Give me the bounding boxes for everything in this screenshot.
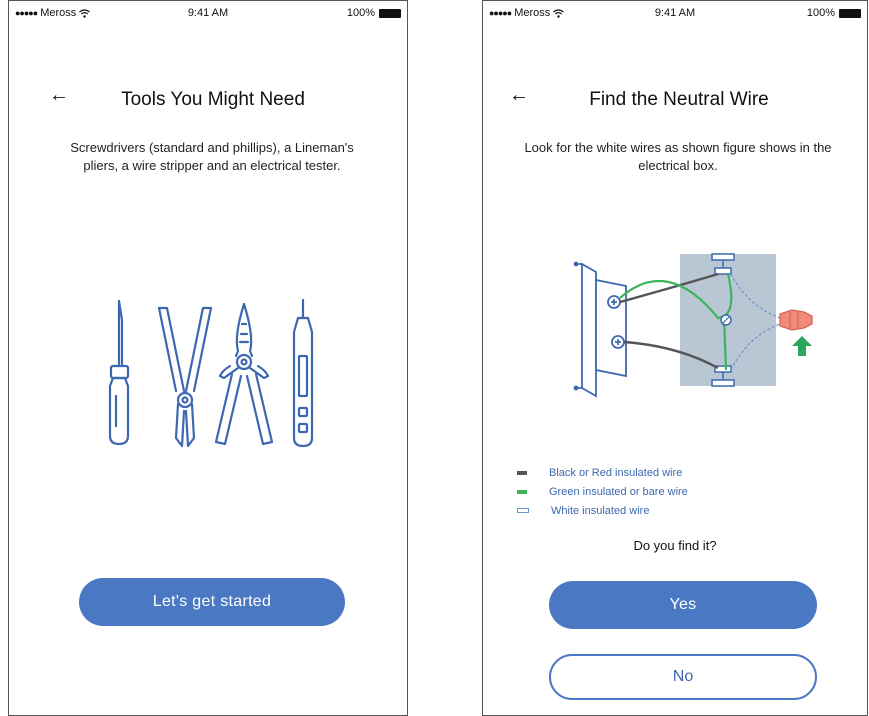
battery-icon xyxy=(839,8,861,18)
battery-icon xyxy=(379,8,401,18)
legend-item: White insulated wire xyxy=(517,501,688,520)
battery-percent: 100% xyxy=(346,7,375,19)
status-bar: ●●●●● Meross 9:41 AM 100% xyxy=(483,1,867,25)
wire-legend: Black or Red insulated wire Green insula… xyxy=(517,463,688,520)
page-title: Find the Neutral Wire xyxy=(589,89,769,110)
arrow-up-icon xyxy=(792,336,812,356)
legend-label: White insulated wire xyxy=(551,504,650,517)
white-wire-swatch-icon xyxy=(517,508,529,513)
no-button[interactable]: No xyxy=(549,654,817,700)
wire-stripper-icon xyxy=(214,302,274,446)
yes-button[interactable]: Yes xyxy=(549,581,817,629)
wire-nut xyxy=(779,309,813,331)
legend-label: Green insulated or bare wire xyxy=(549,485,688,498)
phone-screen-tools: ●●●●● Meross 9:41 AM 100% ← Tools You Mi… xyxy=(8,0,408,716)
tools-illustration xyxy=(108,298,314,448)
electrical-box-illustration xyxy=(573,253,813,398)
screwdriver-icon xyxy=(108,299,130,446)
page-title: Tools You Might Need xyxy=(121,89,305,110)
legend-item: Black or Red insulated wire xyxy=(517,463,688,482)
green-wire-swatch-icon xyxy=(517,489,527,494)
battery-percent: 100% xyxy=(806,7,835,19)
black-wire-swatch-icon xyxy=(517,470,527,475)
page-description: Look for the white wires as shown figure… xyxy=(524,140,832,173)
lets-get-started-button[interactable]: Let's get started xyxy=(79,578,345,626)
electrical-tester-icon xyxy=(292,298,314,448)
switch-plate xyxy=(573,261,627,398)
legend-item: Green insulated or bare wire xyxy=(517,482,688,501)
question-text: Do you find it? xyxy=(633,538,717,553)
status-bar: ●●●●● Meross 9:41 AM 100% xyxy=(9,1,407,25)
page-description: Screwdrivers (standard and phillips), a … xyxy=(70,140,354,173)
phone-screen-neutral-wire: ●●●●● Meross 9:41 AM 100% ← Find the Neu… xyxy=(482,0,868,716)
pliers-icon xyxy=(157,306,213,448)
legend-label: Black or Red insulated wire xyxy=(549,466,683,479)
